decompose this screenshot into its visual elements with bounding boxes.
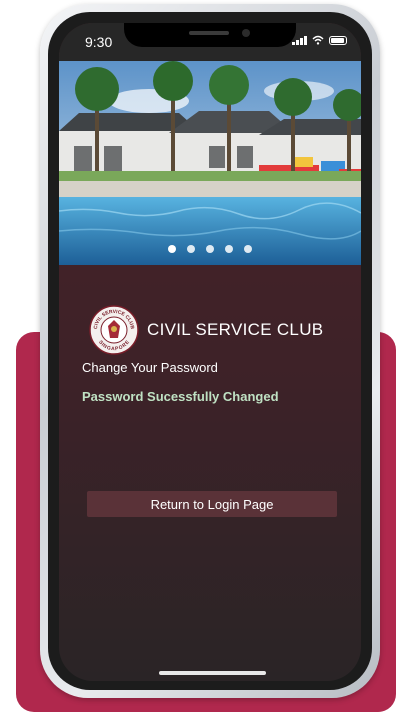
wifi-icon (312, 35, 324, 45)
carousel-dot-3[interactable] (206, 245, 214, 253)
club-name: CIVIL SERVICE CLUB (147, 320, 324, 339)
phone-screen: 9:30 CIVIL SERVICE CLUB SINGAPORE CIVIL … (59, 23, 361, 681)
success-message: Password Sucessfully Changed (82, 389, 279, 404)
phone-frame: 9:30 CIVIL SERVICE CLUB SINGAPORE CIVIL … (40, 4, 380, 698)
return-to-login-button[interactable]: Return to Login Page (87, 491, 337, 517)
hero-image-carousel[interactable] (59, 61, 361, 265)
club-logo-icon: CIVIL SERVICE CLUB SINGAPORE (89, 305, 139, 355)
carousel-dot-1[interactable] (168, 245, 176, 253)
carousel-dot-2[interactable] (187, 245, 195, 253)
brand-header: CIVIL SERVICE CLUB SINGAPORE CIVIL SERVI… (89, 305, 323, 355)
carousel-dots (59, 245, 361, 253)
speaker-grille (189, 31, 229, 35)
carousel-dot-5[interactable] (244, 245, 252, 253)
page-subtitle: Change Your Password (82, 360, 218, 375)
carousel-dot-4[interactable] (225, 245, 233, 253)
phone-notch (124, 23, 296, 47)
battery-icon (329, 35, 347, 45)
status-time: 9:30 (85, 34, 113, 50)
home-indicator[interactable] (159, 671, 266, 675)
front-camera (242, 29, 250, 37)
resort-pool-photo (59, 61, 361, 265)
status-icons (292, 35, 347, 45)
